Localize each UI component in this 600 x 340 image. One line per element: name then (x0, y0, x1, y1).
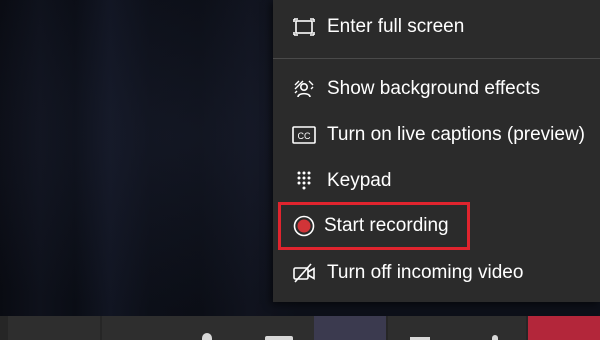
keypad-label: Keypad (327, 170, 392, 191)
active-toolbar-button[interactable] (314, 316, 386, 340)
enter-full-screen-label: Enter full screen (327, 16, 465, 37)
menu-divider (273, 58, 600, 59)
mic-icon (492, 335, 498, 340)
video-off-icon (292, 261, 316, 285)
start-recording-item[interactable]: Start recording (273, 203, 600, 249)
show-background-effects-item[interactable]: Show background effects (273, 66, 600, 112)
record-icon (292, 214, 316, 238)
svg-text:CC: CC (298, 131, 311, 141)
toolbar-button[interactable] (102, 316, 314, 340)
toolbar-button[interactable] (388, 316, 526, 340)
closed-captions-icon: CC (292, 123, 316, 147)
live-captions-item[interactable]: CC Turn on live captions (preview) (273, 112, 600, 158)
background-effects-icon (292, 77, 316, 101)
hang-up-button[interactable] (528, 316, 600, 340)
keypad-item[interactable]: Keypad (273, 158, 600, 204)
person-icon (202, 333, 212, 340)
fullscreen-icon (292, 15, 316, 39)
show-background-effects-label: Show background effects (327, 78, 541, 99)
more-actions-menu: Enter full screen Show background effect… (273, 0, 600, 302)
live-captions-label: Turn on live captions (preview) (327, 124, 586, 145)
meeting-toolbar (0, 316, 600, 340)
start-recording-label: Start recording (324, 215, 449, 236)
enter-full-screen-item[interactable]: Enter full screen (273, 4, 600, 50)
toolbar-button[interactable] (8, 316, 100, 340)
turn-off-incoming-video-label: Turn off incoming video (327, 262, 524, 283)
screen-icon (265, 336, 293, 340)
turn-off-incoming-video-item[interactable]: Turn off incoming video (273, 250, 600, 296)
keypad-icon (292, 169, 316, 193)
